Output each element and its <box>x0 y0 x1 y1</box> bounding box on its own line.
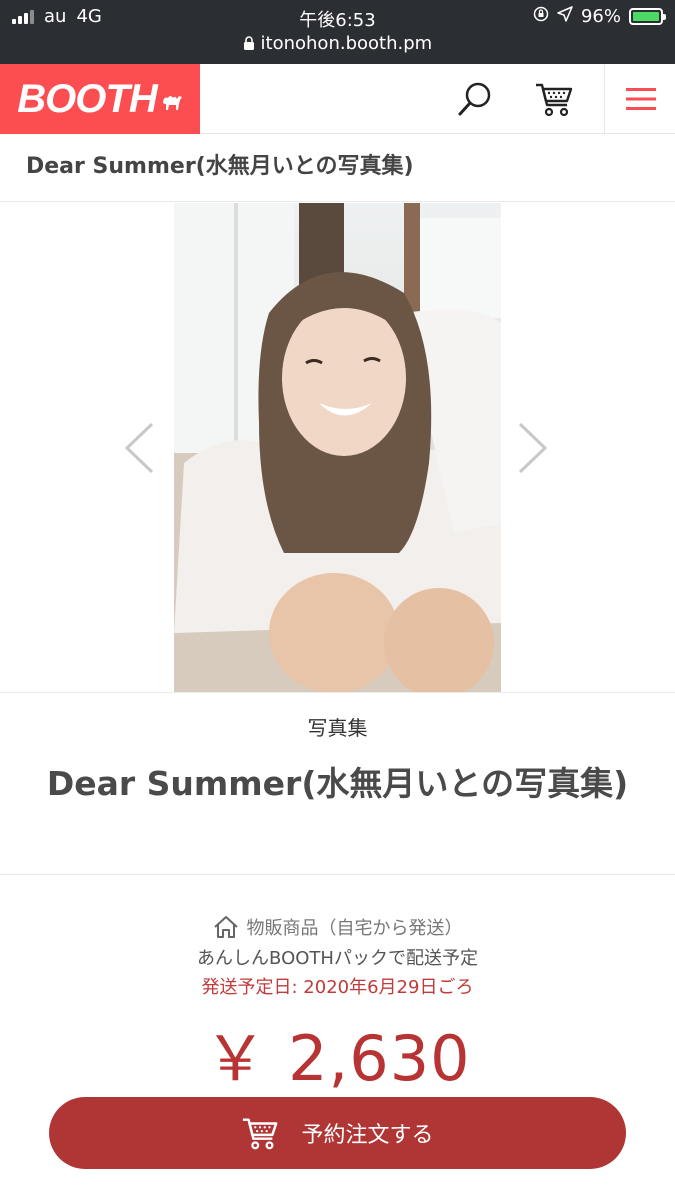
divider <box>0 874 675 875</box>
logo-text: BOOTH <box>17 76 157 121</box>
site-header: BOOTH <box>0 64 675 134</box>
cart-icon <box>536 83 573 117</box>
booth-logo[interactable]: BOOTH <box>0 64 200 134</box>
location-icon <box>557 6 573 27</box>
price: ￥ 2,630 <box>204 1022 471 1095</box>
ship-date: 発送予定日: 2020年6月29日ごろ <box>201 977 474 998</box>
carousel-next-button[interactable] <box>516 421 550 475</box>
preorder-button[interactable]: 予約注文する <box>49 1097 626 1169</box>
status-right: 96% <box>533 6 666 27</box>
chevron-left-icon <box>124 422 154 474</box>
product-photo[interactable] <box>174 203 501 692</box>
battery-percent: 96% <box>580 6 621 27</box>
url-text: itonohon.booth.pm <box>260 33 433 54</box>
menu-button[interactable] <box>604 64 675 134</box>
chevron-right-icon <box>518 422 548 474</box>
preorder-button-label: 予約注文する <box>301 1123 434 1148</box>
orientation-lock-icon <box>533 6 549 27</box>
lock-icon <box>243 33 261 54</box>
page-title-bar: Dear Summer(水無月いとの写真集) <box>0 135 675 202</box>
cart-button[interactable] <box>518 64 590 134</box>
shipping-type: 物販商品（自宅から発送） <box>0 914 675 940</box>
status-bar: au 4G 午後6:53 itonohon.booth.pm 96% <box>0 0 675 64</box>
menu-icon <box>625 88 656 110</box>
search-button[interactable] <box>440 64 512 134</box>
shipping-pack: あんしんBOOTHパックで配送予定 <box>197 948 478 969</box>
battery-icon <box>629 8 666 25</box>
carousel-prev-button[interactable] <box>122 421 156 475</box>
address-bar[interactable]: itonohon.booth.pm <box>0 33 675 54</box>
product-title: Dear Summer(水無月いとの写真集) <box>46 764 629 803</box>
camel-icon <box>162 96 182 110</box>
photo-illustration <box>174 203 501 692</box>
product-image-carousel <box>0 203 675 693</box>
shipping-type-label: 物販商品（自宅から発送） <box>246 918 463 939</box>
home-icon <box>213 916 238 938</box>
cart-icon <box>243 1118 278 1150</box>
search-icon <box>458 82 491 116</box>
product-category[interactable]: 写真集 <box>0 712 675 741</box>
page-title[interactable]: Dear Summer(水無月いとの写真集) <box>0 135 675 180</box>
